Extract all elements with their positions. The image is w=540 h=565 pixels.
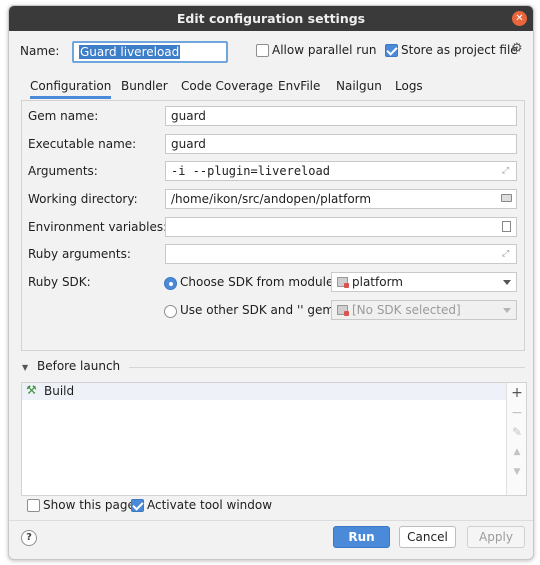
ruby-arguments-input[interactable]: ⤢ (165, 244, 517, 264)
choose-sdk-module-label: Choose SDK from module: (180, 275, 338, 289)
configuration-panel: Gem name: guard Executable name: guard A… (21, 100, 525, 351)
arguments-input[interactable]: -i --plugin=livereload ⤢ (165, 161, 517, 181)
before-launch-title: Before launch (37, 359, 121, 373)
tab-nailgun[interactable]: Nailgun (336, 79, 382, 93)
list-item[interactable]: ⚒ Build (22, 383, 507, 400)
allow-parallel-checkbox[interactable] (256, 44, 269, 57)
store-project-checkbox[interactable] (385, 44, 398, 57)
folder-icon[interactable] (501, 194, 512, 202)
environment-variables-input[interactable] (165, 217, 517, 237)
tab-envfile[interactable]: EnvFile (278, 79, 320, 93)
edit-icon[interactable]: ✎ (510, 425, 524, 439)
module-icon (337, 277, 349, 288)
executable-name-input[interactable]: guard (165, 134, 517, 154)
document-icon[interactable] (502, 221, 511, 232)
show-page-label: Show this page (43, 498, 135, 512)
add-icon[interactable]: + (510, 385, 524, 401)
module-select[interactable]: platform (331, 272, 517, 292)
sdk-icon (337, 305, 349, 316)
close-icon[interactable]: ✕ (512, 11, 527, 26)
list-item-label: Build (44, 384, 75, 398)
run-button[interactable]: Run (333, 526, 390, 548)
expand-icon[interactable]: ⤢ (502, 248, 512, 260)
move-up-icon[interactable]: ▲ (510, 447, 524, 457)
choose-sdk-module-radio[interactable] (164, 277, 177, 290)
working-directory-label: Working directory: (28, 192, 138, 206)
move-down-icon[interactable]: ▼ (510, 467, 524, 477)
ruby-arguments-label: Ruby arguments: (28, 247, 131, 261)
cancel-button[interactable]: Cancel (399, 526, 456, 548)
working-directory-value: /home/ikon/src/andopen/platform (171, 192, 372, 206)
environment-variables-label: Environment variables: (28, 220, 168, 234)
tab-code-coverage[interactable]: Code Coverage (181, 79, 273, 93)
store-project-label: Store as project file (401, 43, 518, 57)
name-input[interactable]: Guard livereload (72, 41, 228, 63)
ruby-sdk-label: Ruby SDK: (28, 275, 91, 289)
show-page-checkbox[interactable] (27, 499, 40, 512)
working-directory-input[interactable]: /home/ikon/src/andopen/platform (165, 189, 517, 209)
tab-bundler[interactable]: Bundler (121, 79, 168, 93)
other-sdk-select-value: [No SDK selected] (352, 303, 461, 317)
remove-icon[interactable]: − (510, 405, 524, 421)
use-other-sdk-radio[interactable] (164, 305, 177, 318)
other-sdk-select: [No SDK selected] (331, 300, 517, 320)
collapse-arrow-icon[interactable]: ▼ (22, 363, 28, 372)
chevron-down-icon (503, 280, 511, 285)
activate-tool-label: Activate tool window (147, 498, 273, 512)
module-select-value: platform (352, 275, 403, 289)
footer-divider (9, 520, 533, 521)
gem-name-label: Gem name: (28, 109, 99, 123)
expand-icon[interactable]: ⤢ (502, 165, 512, 177)
window-title: Edit configuration settings (176, 11, 366, 26)
list-toolbar: + − ✎ ▲ ▼ (506, 383, 526, 495)
arguments-value: -i --plugin=livereload (171, 164, 330, 178)
activate-tool-checkbox[interactable] (131, 499, 144, 512)
before-launch-list: ⚒ Build + − ✎ ▲ ▼ (21, 382, 527, 496)
chevron-down-icon (503, 308, 511, 313)
allow-parallel-label: Allow parallel run (272, 43, 377, 57)
window-titlebar: Edit configuration settings ✕ (9, 6, 533, 31)
executable-name-label: Executable name: (28, 137, 137, 151)
apply-button[interactable]: Apply (467, 526, 525, 548)
hammer-icon: ⚒ (26, 383, 37, 397)
use-other-sdk-label: Use other SDK and '' gem: (180, 303, 339, 317)
name-input-value: Guard livereload (79, 45, 181, 59)
help-button[interactable]: ? (21, 530, 37, 546)
arguments-label: Arguments: (28, 164, 98, 178)
divider (129, 367, 525, 368)
edit-configuration-dialog: Edit configuration settings ✕ Name: Guar… (8, 5, 534, 560)
name-label: Name: (20, 44, 60, 58)
gear-icon[interactable]: ⚙ (511, 41, 523, 56)
tab-configuration[interactable]: Configuration (30, 79, 112, 99)
gem-name-input[interactable]: guard (165, 106, 517, 126)
tab-logs[interactable]: Logs (395, 79, 423, 93)
